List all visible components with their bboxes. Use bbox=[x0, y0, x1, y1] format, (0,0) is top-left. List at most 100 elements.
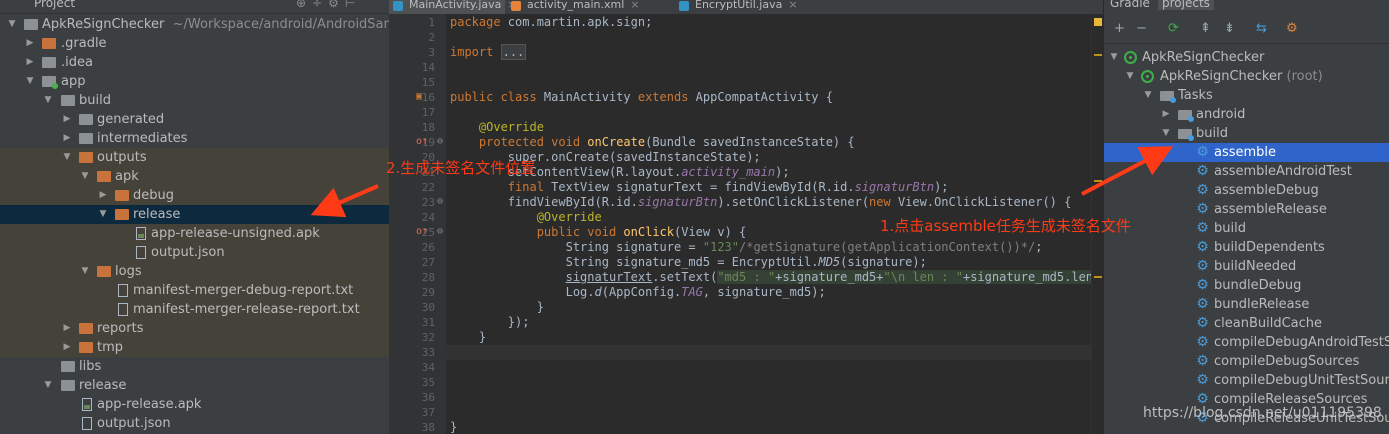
chevron-right-icon[interactable]: ▶ bbox=[61, 319, 73, 338]
gradle-task[interactable]: ⚙ build bbox=[1104, 219, 1389, 238]
code-line-31[interactable]: }); bbox=[450, 315, 530, 330]
tree-item-release[interactable]: ▼ release bbox=[0, 205, 389, 224]
gradle-task[interactable]: ⚙ assembleRelease bbox=[1104, 200, 1389, 219]
chevron-down-icon[interactable]: ▼ bbox=[42, 376, 54, 395]
tree-item-app[interactable]: ▼ app bbox=[0, 72, 389, 91]
chevron-right-icon[interactable]: ▶ bbox=[61, 129, 73, 148]
chevron-right-icon[interactable]: ▶ bbox=[61, 338, 73, 357]
tree-item-output-json[interactable]: output.json bbox=[0, 243, 389, 262]
code-line-19[interactable]: protected void onCreate(Bundle savedInst… bbox=[450, 135, 855, 150]
code-line-26[interactable]: String signature = "123"/*getSignature(g… bbox=[450, 240, 1043, 255]
code-line-22[interactable]: final TextView signaturText = findViewBy… bbox=[450, 180, 949, 195]
chevron-down-icon[interactable]: ▼ bbox=[24, 72, 36, 91]
code-line-30[interactable]: } bbox=[450, 300, 544, 315]
collapse-all-icon[interactable]: ⇟ bbox=[1224, 21, 1235, 36]
refresh-icon[interactable]: ⟳ bbox=[1168, 21, 1179, 36]
code-line-16[interactable]: public class MainActivity extends AppCom… bbox=[450, 90, 833, 105]
chevron-right-icon[interactable]: ▶ bbox=[61, 110, 73, 129]
gradle-item-root[interactable]: ▼ ApkReSignChecker (root) bbox=[1104, 67, 1389, 86]
tree-item-reports[interactable]: ▶ reports bbox=[0, 319, 389, 338]
override-marker-icon[interactable]: o↑ bbox=[416, 136, 428, 147]
tree-item-apk[interactable]: ▼ apk bbox=[0, 167, 389, 186]
code-line-23[interactable]: findViewById(R.id.signaturBtn).setOnClic… bbox=[450, 195, 1072, 210]
warning-mark[interactable] bbox=[1094, 180, 1102, 182]
chevron-down-icon[interactable]: ▼ bbox=[79, 167, 91, 186]
tree-item-gradle[interactable]: ▶ .gradle bbox=[0, 34, 389, 53]
chevron-down-icon[interactable]: ▼ bbox=[61, 148, 73, 167]
gradle-item-android[interactable]: ▶ android bbox=[1104, 105, 1389, 124]
chevron-down-icon[interactable]: ▼ bbox=[1108, 48, 1120, 67]
tab-projects[interactable]: projects bbox=[1158, 0, 1214, 10]
gradle-task[interactable]: ⚙ assembleDebug bbox=[1104, 181, 1389, 200]
chevron-right-icon[interactable]: ▶ bbox=[24, 34, 36, 53]
add-icon[interactable]: + bbox=[1114, 21, 1125, 36]
project-panel-title[interactable]: Project bbox=[34, 0, 75, 10]
gradle-task[interactable]: ⚙ cleanBuildCache bbox=[1104, 314, 1389, 333]
folded-imports[interactable]: ... bbox=[500, 44, 527, 60]
tab-gradle[interactable]: Gradle bbox=[1110, 0, 1150, 10]
settings-icon[interactable]: ⚙ bbox=[1286, 21, 1298, 36]
warning-mark[interactable] bbox=[1094, 54, 1102, 56]
chevron-down-icon[interactable]: ▼ bbox=[1160, 124, 1172, 143]
tree-item-intermediates[interactable]: ▶ intermediates bbox=[0, 129, 389, 148]
tree-item-apk-file[interactable]: app-release-unsigned.apk bbox=[0, 224, 389, 243]
gradle-task[interactable]: ⚙ compileDebugUnitTestSourc bbox=[1104, 371, 1389, 390]
tree-item-release-output-json[interactable]: output.json bbox=[0, 414, 389, 433]
code-line-32[interactable]: } bbox=[450, 330, 486, 345]
close-icon[interactable]: × bbox=[630, 0, 639, 11]
code-line-28[interactable]: signaturText.setText("md5 : "+signature_… bbox=[450, 270, 1103, 285]
gradle-task[interactable]: ⚙ buildDependents bbox=[1104, 238, 1389, 257]
gradle-task[interactable]: ⚙ compileDebugSources bbox=[1104, 352, 1389, 371]
fold-icon[interactable]: ⊖ bbox=[437, 196, 443, 207]
chevron-right-icon[interactable]: ▶ bbox=[24, 53, 36, 72]
code-line-27[interactable]: String signature_md5 = EncryptUtil.MD5(s… bbox=[450, 255, 927, 270]
code-line-18[interactable]: @Override bbox=[450, 120, 544, 135]
gradle-task-assemble[interactable]: ⚙ assemble bbox=[1104, 143, 1389, 162]
tree-item-debug-report[interactable]: manifest-merger-debug-report.txt bbox=[0, 281, 389, 300]
code-line-25[interactable]: public void onClick(View v) { bbox=[450, 225, 747, 240]
chevron-right-icon[interactable]: ▶ bbox=[97, 186, 109, 205]
tree-item-tmp[interactable]: ▶ tmp bbox=[0, 338, 389, 357]
tab-activity-main-xml[interactable]: activity_main.xml × bbox=[507, 0, 653, 14]
project-panel-header-icons[interactable]: ⊕÷⚙⊢ bbox=[296, 0, 361, 10]
warning-mark[interactable] bbox=[1094, 276, 1102, 278]
gradle-item-project[interactable]: ▼ ApkReSignChecker bbox=[1104, 48, 1389, 67]
gradle-task[interactable]: ⚙ bundleDebug bbox=[1104, 276, 1389, 295]
warning-indicator-icon[interactable] bbox=[1094, 18, 1102, 26]
tree-item-libs[interactable]: libs bbox=[0, 357, 389, 376]
code-line-38[interactable]: } bbox=[450, 420, 457, 434]
tree-item-release-report[interactable]: manifest-merger-release-report.txt bbox=[0, 300, 389, 319]
class-marker-icon[interactable]: ▣ bbox=[416, 91, 422, 102]
gradle-task[interactable]: ⚙ assembleAndroidTest bbox=[1104, 162, 1389, 181]
gradle-task[interactable]: ⚙ buildNeeded bbox=[1104, 257, 1389, 276]
chevron-down-icon[interactable]: ▼ bbox=[42, 91, 54, 110]
minus-icon[interactable]: − bbox=[1136, 21, 1147, 36]
code-line-29[interactable]: Log.d(AppConfig.TAG, signature_md5); bbox=[450, 285, 826, 300]
tree-item-logs[interactable]: ▼ logs bbox=[0, 262, 389, 281]
chevron-down-icon[interactable]: ▼ bbox=[97, 205, 109, 224]
code-line-24[interactable]: @Override bbox=[450, 210, 602, 225]
tree-item-app-release-apk[interactable]: app-release.apk bbox=[0, 395, 389, 414]
chevron-down-icon[interactable]: ▼ bbox=[79, 262, 91, 281]
chevron-down-icon[interactable]: ▼ bbox=[6, 15, 18, 34]
gradle-task[interactable]: ⚙ bundleRelease bbox=[1104, 295, 1389, 314]
tree-item-debug[interactable]: ▶ debug bbox=[0, 186, 389, 205]
link-icon[interactable]: ⇆ bbox=[1256, 21, 1267, 36]
chevron-right-icon[interactable]: ▶ bbox=[1160, 105, 1172, 124]
override-marker-icon[interactable]: o↑ bbox=[416, 226, 428, 237]
tree-item-idea[interactable]: ▶ .idea bbox=[0, 53, 389, 72]
tree-item-generated[interactable]: ▶ generated bbox=[0, 110, 389, 129]
gradle-item-tasks[interactable]: ▼ Tasks bbox=[1104, 86, 1389, 105]
tree-item-outputs[interactable]: ▼ outputs bbox=[0, 148, 389, 167]
chevron-down-icon[interactable]: ▼ bbox=[1124, 67, 1136, 86]
fold-icon[interactable]: ⊖ bbox=[437, 136, 443, 147]
expand-all-icon[interactable]: ⇞ bbox=[1200, 21, 1211, 36]
code-line-3[interactable]: import ... bbox=[450, 44, 527, 60]
close-icon[interactable]: × bbox=[788, 0, 797, 11]
fold-icon[interactable]: ⊖ bbox=[437, 226, 443, 237]
chevron-down-icon[interactable]: ▼ bbox=[1142, 86, 1154, 105]
tab-encrypt-util[interactable]: EncryptUtil.java × bbox=[675, 0, 798, 14]
tree-item-app-release[interactable]: ▼ release bbox=[0, 376, 389, 395]
tab-main-activity[interactable]: MainActivity.java× bbox=[389, 0, 517, 14]
tree-item-root[interactable]: ▼ ApkReSignChecker ~/Workspace/android/A… bbox=[0, 15, 389, 34]
